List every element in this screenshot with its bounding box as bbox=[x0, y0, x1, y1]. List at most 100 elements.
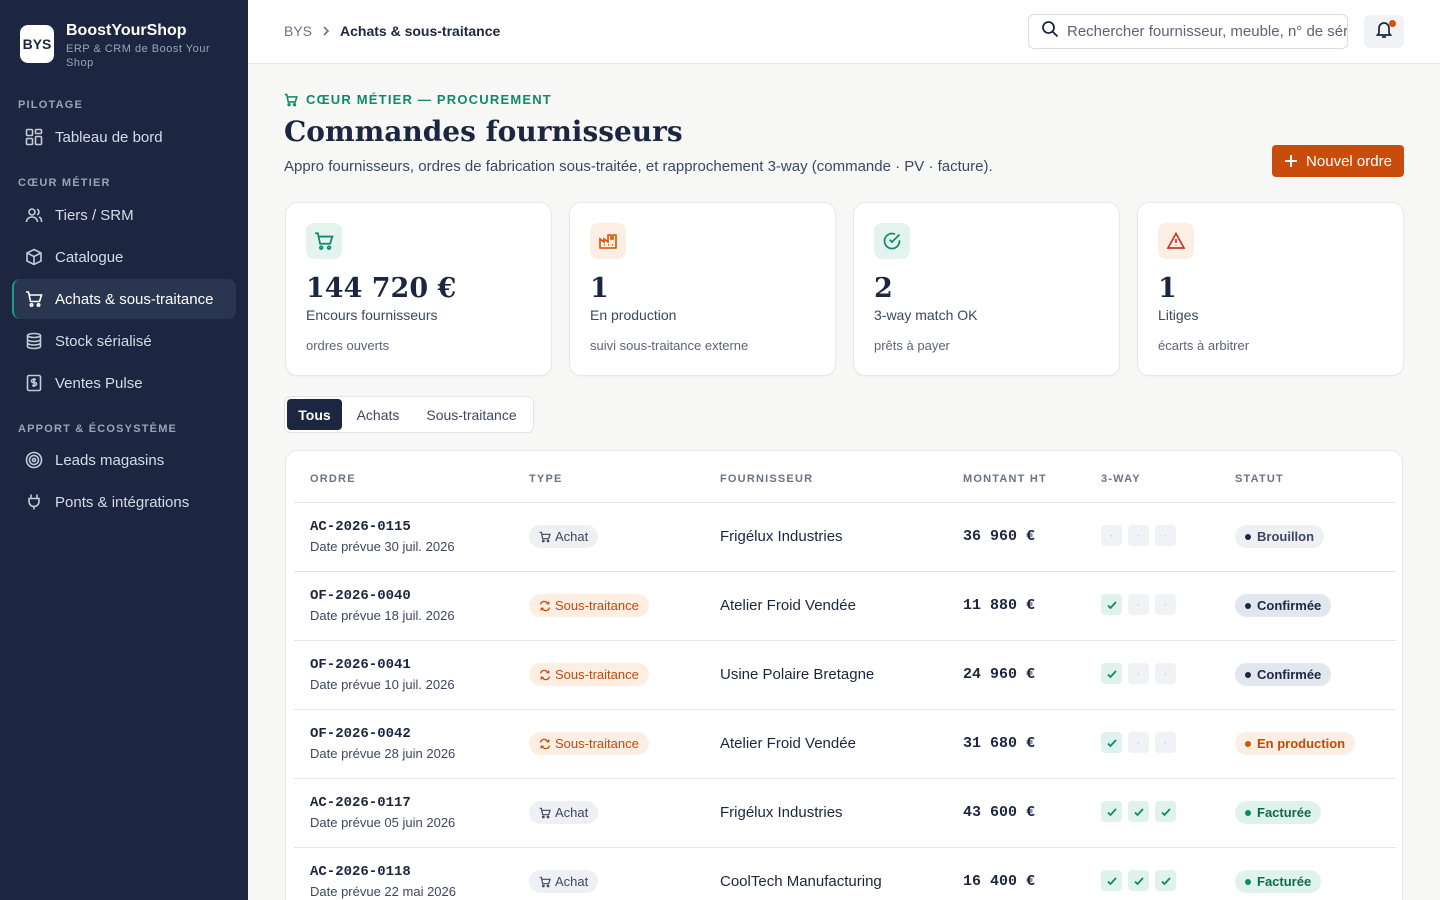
three-way-indicators bbox=[1101, 870, 1182, 891]
column-header-type[interactable]: TYPE bbox=[529, 473, 563, 485]
search-input[interactable] bbox=[1067, 23, 1347, 40]
cart-icon bbox=[539, 876, 551, 888]
status-label: Confirmée bbox=[1257, 667, 1322, 682]
column-header-ordre[interactable]: ORDRE bbox=[310, 473, 356, 485]
supplier-name[interactable]: Atelier Froid Vendée bbox=[720, 735, 856, 752]
table-row[interactable]: AC-2026-0115 Date prévue 30 juil. 2026 Ach… bbox=[294, 503, 1396, 572]
nav-section-apport: APPORT & ÉCOSYSTÈME bbox=[18, 423, 178, 435]
order-id[interactable]: OF-2026-0041 bbox=[310, 657, 411, 673]
page-title: Commandes fournisseurs bbox=[284, 115, 683, 148]
orders-table: ORDRE TYPE FOURNISSEUR MONTANT HT 3-WAY … bbox=[285, 450, 1403, 900]
kpi-card-litiges: 1 Litiges écarts à arbitrer bbox=[1137, 202, 1404, 376]
supplier-name[interactable]: Usine Polaire Bretagne bbox=[720, 666, 874, 683]
table-row[interactable]: OF-2026-0040 Date prévue 18 juil. 2026 Sou… bbox=[294, 572, 1396, 641]
status-badge: Confirmée bbox=[1235, 663, 1332, 686]
receipt-icon bbox=[24, 373, 44, 393]
sidebar-item-catalogue[interactable]: Catalogue bbox=[12, 237, 236, 277]
sidebar-item-label: Catalogue bbox=[55, 248, 124, 266]
sidebar-item-label: Ponts & intégrations bbox=[55, 493, 190, 511]
breadcrumb-root[interactable]: BYS bbox=[284, 23, 312, 39]
empty-check-box: · bbox=[1128, 594, 1149, 615]
status-label: Confirmée bbox=[1257, 598, 1322, 613]
kpi-value: 1 bbox=[590, 273, 609, 304]
sidebar-item-ventes[interactable]: Ventes Pulse bbox=[12, 363, 236, 403]
column-header-montant[interactable]: MONTANT HT bbox=[963, 473, 1047, 485]
type-badge: Sous-traitance bbox=[529, 594, 649, 617]
empty-check-box: · bbox=[1155, 594, 1176, 615]
status-dot bbox=[1245, 533, 1251, 540]
repeat-icon bbox=[539, 738, 551, 750]
status-badge: En production bbox=[1235, 732, 1356, 755]
sidebar-item-achats[interactable]: Achats & sous-traitance bbox=[12, 279, 236, 319]
amount-ht: 16 400 € bbox=[963, 873, 1036, 890]
cart-icon bbox=[539, 807, 551, 819]
sidebar-item-tableau-de-bord[interactable]: Tableau de bord bbox=[12, 117, 236, 157]
sidebar-item-leads[interactable]: Leads magasins bbox=[12, 440, 236, 480]
warning-icon bbox=[1158, 223, 1194, 259]
status-label: Facturée bbox=[1257, 805, 1312, 820]
order-date: Date prévue 05 juin 2026 bbox=[310, 815, 456, 830]
sidebar-item-label: Tiers / SRM bbox=[55, 206, 134, 224]
check-icon bbox=[1128, 801, 1149, 822]
order-id[interactable]: AC-2026-0117 bbox=[310, 795, 411, 811]
amount-ht: 24 960 € bbox=[963, 666, 1036, 683]
table-row[interactable]: OF-2026-0042 Date prévue 28 juin 2026 Sous… bbox=[294, 710, 1396, 779]
breadcrumb: BYS Achats & sous-traitance bbox=[284, 23, 500, 39]
repeat-icon bbox=[539, 669, 551, 681]
kpi-hint: ordres ouverts bbox=[306, 338, 390, 353]
type-badge: Sous-traitance bbox=[529, 663, 649, 686]
three-way-indicators: · · · bbox=[1101, 525, 1182, 546]
column-header-fournisseur[interactable]: FOURNISSEUR bbox=[720, 473, 813, 485]
check-icon bbox=[1101, 870, 1122, 891]
new-order-button[interactable]: Nouvel ordre bbox=[1272, 145, 1404, 177]
column-header-3way[interactable]: 3-WAY bbox=[1101, 473, 1141, 485]
status-label: Brouillon bbox=[1257, 529, 1315, 544]
table-row[interactable]: AC-2026-0118 Date prévue 22 mai 2026 Achat… bbox=[294, 848, 1396, 900]
order-id[interactable]: OF-2026-0040 bbox=[310, 588, 411, 604]
sidebar-item-tiers[interactable]: Tiers / SRM bbox=[12, 195, 236, 235]
column-header-statut[interactable]: STATUT bbox=[1235, 473, 1284, 485]
kpi-value: 2 bbox=[874, 273, 893, 304]
tab-achats[interactable]: Achats bbox=[342, 399, 414, 430]
empty-check-box: · bbox=[1155, 525, 1176, 546]
brand[interactable]: BYS BoostYourShop ERP & CRM de Boost You… bbox=[20, 22, 226, 70]
brand-name: BoostYourShop bbox=[66, 22, 187, 39]
empty-check-box: · bbox=[1155, 732, 1176, 753]
check-icon bbox=[1155, 801, 1176, 822]
eyebrow-label: CŒUR MÉTIER — PROCUREMENT bbox=[306, 92, 552, 107]
target-icon bbox=[24, 450, 44, 470]
kpi-label: 3-way match OK bbox=[874, 307, 978, 323]
sidebar-item-ponts[interactable]: Ponts & intégrations bbox=[12, 482, 236, 522]
order-id[interactable]: AC-2026-0115 bbox=[310, 519, 411, 535]
status-badge: Facturée bbox=[1235, 801, 1322, 824]
order-id[interactable]: AC-2026-0118 bbox=[310, 864, 411, 880]
supplier-name[interactable]: CoolTech Manufacturing bbox=[720, 873, 882, 890]
sidebar: BYS BoostYourShop ERP & CRM de Boost You… bbox=[0, 0, 248, 900]
kpi-hint: suivi sous-traitance externe bbox=[590, 338, 749, 353]
plus-icon bbox=[1284, 154, 1298, 168]
search-box[interactable] bbox=[1028, 14, 1348, 49]
order-id[interactable]: OF-2026-0042 bbox=[310, 726, 411, 742]
kpi-value: 1 bbox=[1158, 273, 1177, 304]
empty-check-box: · bbox=[1101, 525, 1122, 546]
supplier-name[interactable]: Atelier Froid Vendée bbox=[720, 597, 856, 614]
status-badge: Confirmée bbox=[1235, 594, 1332, 617]
check-icon bbox=[1101, 663, 1122, 684]
kpi-card-production: 1 En production suivi sous-traitance ext… bbox=[569, 202, 836, 376]
sidebar-item-stock[interactable]: Stock sérialisé bbox=[12, 321, 236, 361]
factory-icon bbox=[590, 223, 626, 259]
status-label: Facturée bbox=[1257, 874, 1312, 889]
tab-tous[interactable]: Tous bbox=[287, 399, 342, 430]
table-row[interactable]: OF-2026-0041 Date prévue 10 juil. 2026 Sou… bbox=[294, 641, 1396, 710]
tab-sous-traitance[interactable]: Sous-traitance bbox=[414, 399, 529, 430]
table-row[interactable]: AC-2026-0117 Date prévue 05 juin 2026 Acha… bbox=[294, 779, 1396, 848]
kpi-value: 144 720 € bbox=[306, 273, 457, 304]
supplier-name[interactable]: Frigélux Industries bbox=[720, 804, 843, 821]
notifications-button[interactable] bbox=[1364, 15, 1404, 48]
status-dot bbox=[1245, 740, 1251, 747]
order-date: Date prévue 30 juil. 2026 bbox=[310, 539, 455, 554]
filter-tabs: Tous Achats Sous-traitance bbox=[284, 396, 534, 433]
supplier-name[interactable]: Frigélux Industries bbox=[720, 528, 843, 545]
empty-check-box: · bbox=[1128, 525, 1149, 546]
order-date: Date prévue 10 juil. 2026 bbox=[310, 677, 455, 692]
